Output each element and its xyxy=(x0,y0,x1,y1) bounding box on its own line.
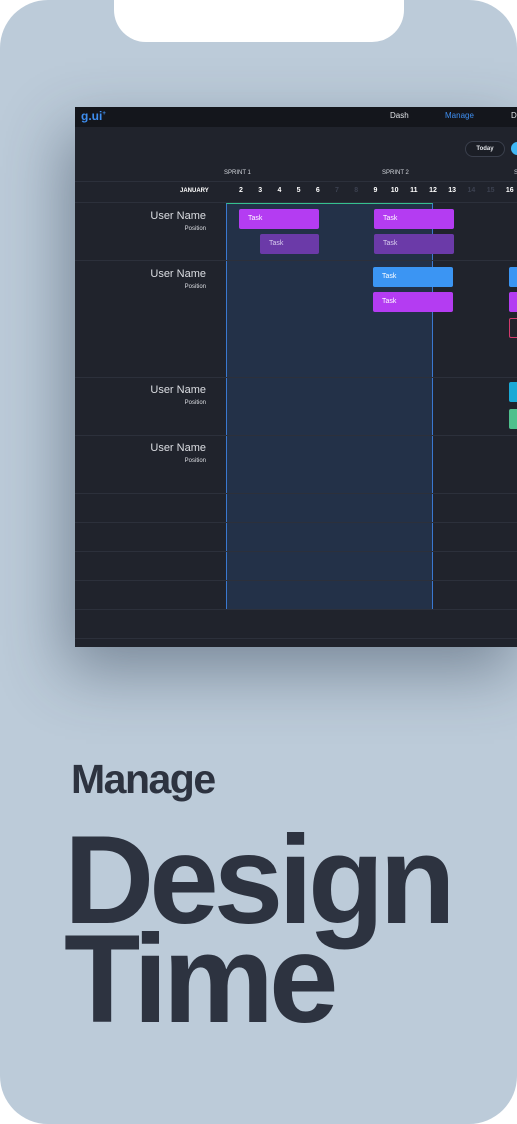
task-bar[interactable]: Task xyxy=(373,267,453,287)
task-bar-cropped[interactable] xyxy=(509,382,517,402)
task-placeholder-cropped[interactable] xyxy=(509,318,517,338)
day-label: 8 xyxy=(354,187,359,194)
task-bar[interactable]: Task xyxy=(239,209,319,229)
logo-mark: + xyxy=(102,111,106,117)
task-bar-cropped[interactable] xyxy=(509,267,517,287)
day-label: 10 xyxy=(390,187,399,194)
row-divider xyxy=(75,609,517,610)
row-divider xyxy=(75,493,517,494)
user-name[interactable]: User Name xyxy=(115,268,206,280)
view-toggle[interactable] xyxy=(511,142,517,155)
row-divider xyxy=(75,551,517,552)
task-bar-cropped[interactable] xyxy=(509,409,517,429)
day-label: 7 xyxy=(335,187,339,194)
row-divider xyxy=(75,522,517,523)
task-bar[interactable]: Task xyxy=(373,292,453,312)
day-label: 15 xyxy=(486,187,495,194)
day-label: 6 xyxy=(315,187,320,194)
phone-notch xyxy=(114,0,404,42)
headline-kicker: Manage xyxy=(71,756,216,802)
task-bar[interactable]: Task xyxy=(260,234,319,254)
selected-range[interactable] xyxy=(226,203,433,610)
task-bar[interactable]: Task xyxy=(374,234,454,254)
app-screen: g.ui+ Dash Manage De Today SPRINT 1 SPRI… xyxy=(75,107,517,647)
user-name[interactable]: User Name xyxy=(115,210,206,222)
day-label: 4 xyxy=(277,187,282,194)
user-name[interactable]: User Name xyxy=(115,442,206,454)
row-divider xyxy=(75,638,517,639)
day-label: 3 xyxy=(258,187,263,194)
day-label: 11 xyxy=(410,187,418,194)
phone-frame: g.ui+ Dash Manage De Today SPRINT 1 SPRI… xyxy=(0,0,517,1124)
task-bar-cropped[interactable] xyxy=(509,292,517,312)
user-name[interactable]: User Name xyxy=(115,384,206,396)
day-label: 5 xyxy=(296,187,301,194)
app-logo[interactable]: g.ui+ xyxy=(81,109,106,123)
nav-manage[interactable]: Manage xyxy=(445,111,474,120)
day-label: 16 xyxy=(505,187,514,194)
row-divider xyxy=(75,377,517,378)
user-position: Position xyxy=(184,400,206,406)
top-bar: g.ui+ Dash Manage De xyxy=(75,107,517,127)
sprint-label-2: SPRINT 2 xyxy=(382,170,409,176)
day-label: 2 xyxy=(239,187,243,194)
day-label: 12 xyxy=(429,187,437,194)
header-divider xyxy=(75,181,517,182)
day-label: 14 xyxy=(467,187,476,194)
row-divider xyxy=(75,435,517,436)
day-label: 9 xyxy=(373,187,378,194)
user-position: Position xyxy=(184,458,206,464)
user-position: Position xyxy=(184,284,206,290)
month-label: JANUARY xyxy=(180,188,209,194)
nav-dash[interactable]: Dash xyxy=(390,111,409,120)
user-position: Position xyxy=(184,226,206,232)
sprint-label-1: SPRINT 1 xyxy=(224,170,251,176)
logo-text: g.ui xyxy=(81,109,103,123)
today-button[interactable]: Today xyxy=(465,141,505,157)
row-divider xyxy=(75,580,517,581)
headline-line-2: Time xyxy=(64,910,338,1049)
nav-de[interactable]: De xyxy=(511,111,517,120)
task-bar[interactable]: Task xyxy=(374,209,454,229)
row-divider xyxy=(75,260,517,261)
day-label: 13 xyxy=(448,187,457,194)
